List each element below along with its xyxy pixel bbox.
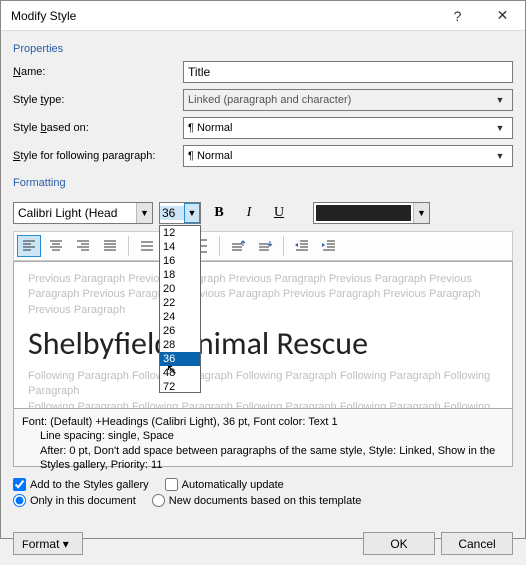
cancel-button[interactable]: Cancel [441, 532, 513, 555]
italic-button[interactable]: I [237, 202, 261, 224]
auto-update-label: Automatically update [182, 479, 284, 491]
modify-style-dialog: Modify Style ? ✕ Properties Name: Style … [0, 0, 526, 539]
font-name-combo[interactable]: Calibri Light (Head ▼ [13, 202, 153, 224]
preview-sample-text: Shelbyfield Animal Rescue [28, 322, 498, 367]
font-color-combo[interactable]: ▼ [313, 202, 430, 224]
label-style-following: Style for following paragraph: [13, 150, 183, 162]
section-properties: Properties [13, 43, 513, 55]
size-option[interactable]: 22 [160, 296, 200, 310]
preview-prev-para: Previous Paragraph Previous Paragraph Pr… [28, 272, 498, 318]
desc-line: After: 0 pt, Don't add space between par… [22, 444, 504, 473]
align-center-button[interactable] [44, 235, 68, 257]
style-based-combo[interactable]: ¶ Normal ▼ [183, 117, 513, 139]
chevron-down-icon[interactable]: ▼ [492, 123, 508, 133]
size-option[interactable]: 48 [160, 366, 200, 380]
size-option[interactable]: 14 [160, 240, 200, 254]
space-before-inc-button[interactable] [226, 235, 250, 257]
size-option[interactable]: 28 [160, 338, 200, 352]
size-option[interactable]: 16 [160, 254, 200, 268]
chevron-down-icon: ▼ [492, 95, 508, 105]
chevron-down-icon[interactable]: ▼ [492, 151, 508, 161]
chevron-down-icon[interactable]: ▼ [413, 203, 429, 223]
name-input[interactable] [183, 61, 513, 83]
color-swatch [316, 205, 411, 221]
preview-following-para: Following Paragraph Following Paragraph … [28, 369, 498, 400]
preview-following-para: Following Paragraph Following Paragraph … [28, 400, 498, 409]
font-size-dropdown[interactable]: 12 14 16 18 20 22 24 26 28 36 48 72 [159, 225, 201, 393]
add-gallery-checkbox[interactable]: Add to the Styles gallery [13, 478, 149, 491]
desc-line: Line spacing: single, Space [22, 429, 504, 443]
new-documents-radio[interactable]: New documents based on this template [152, 494, 362, 507]
spacing-1-button[interactable] [135, 235, 159, 257]
style-description: Font: (Default) +Headings (Calibri Light… [13, 409, 513, 467]
style-type-combo: Linked (paragraph and character) ▼ [183, 89, 513, 111]
paragraph-toolbar [13, 231, 513, 261]
auto-update-checkbox[interactable]: Automatically update [165, 478, 284, 491]
close-button[interactable]: ✕ [480, 1, 525, 31]
format-button[interactable]: Format ▾ [13, 532, 83, 555]
only-document-label: Only in this document [30, 495, 136, 507]
size-option[interactable]: 20 [160, 282, 200, 296]
size-option[interactable]: 72 [160, 380, 200, 394]
indent-inc-button[interactable] [317, 235, 341, 257]
space-before-dec-button[interactable] [253, 235, 277, 257]
align-left-button[interactable] [17, 235, 41, 257]
size-option-selected[interactable]: 36 [160, 352, 200, 366]
style-type-value: Linked (paragraph and character) [188, 94, 351, 106]
add-gallery-label: Add to the Styles gallery [30, 479, 149, 491]
style-following-combo[interactable]: ¶ Normal ▼ [183, 145, 513, 167]
section-formatting: Formatting [13, 177, 513, 189]
chevron-down-icon[interactable]: ▼ [136, 203, 152, 223]
bold-button[interactable]: B [207, 202, 231, 224]
help-button[interactable]: ? [435, 1, 480, 31]
size-option[interactable]: 12 [160, 226, 200, 240]
ok-button[interactable]: OK [363, 532, 435, 555]
dialog-footer: Format ▾ OK Cancel [1, 522, 525, 565]
label-style-based: Style based on: [13, 122, 183, 134]
dialog-title: Modify Style [1, 9, 435, 23]
font-size-value: 36 [160, 206, 184, 220]
size-option[interactable]: 18 [160, 268, 200, 282]
preview-pane: Previous Paragraph Previous Paragraph Pr… [13, 261, 513, 409]
font-name-value: Calibri Light (Head [14, 206, 136, 220]
new-documents-label: New documents based on this template [169, 495, 362, 507]
label-style-type: Style type: [13, 94, 183, 106]
align-right-button[interactable] [71, 235, 95, 257]
chevron-down-icon[interactable]: ▼ [184, 203, 200, 223]
style-based-value: ¶ Normal [188, 122, 232, 134]
size-option[interactable]: 26 [160, 324, 200, 338]
titlebar: Modify Style ? ✕ [1, 1, 525, 31]
underline-button[interactable]: U [267, 202, 291, 224]
indent-dec-button[interactable] [290, 235, 314, 257]
desc-line: Font: (Default) +Headings (Calibri Light… [22, 415, 504, 429]
font-size-combo[interactable]: 36 ▼ 12 14 16 18 20 22 24 26 28 36 48 72… [159, 202, 201, 224]
align-justify-button[interactable] [98, 235, 122, 257]
label-name: Name: [13, 66, 183, 78]
only-document-radio[interactable]: Only in this document [13, 494, 136, 507]
size-option[interactable]: 24 [160, 310, 200, 324]
style-following-value: ¶ Normal [188, 150, 232, 162]
